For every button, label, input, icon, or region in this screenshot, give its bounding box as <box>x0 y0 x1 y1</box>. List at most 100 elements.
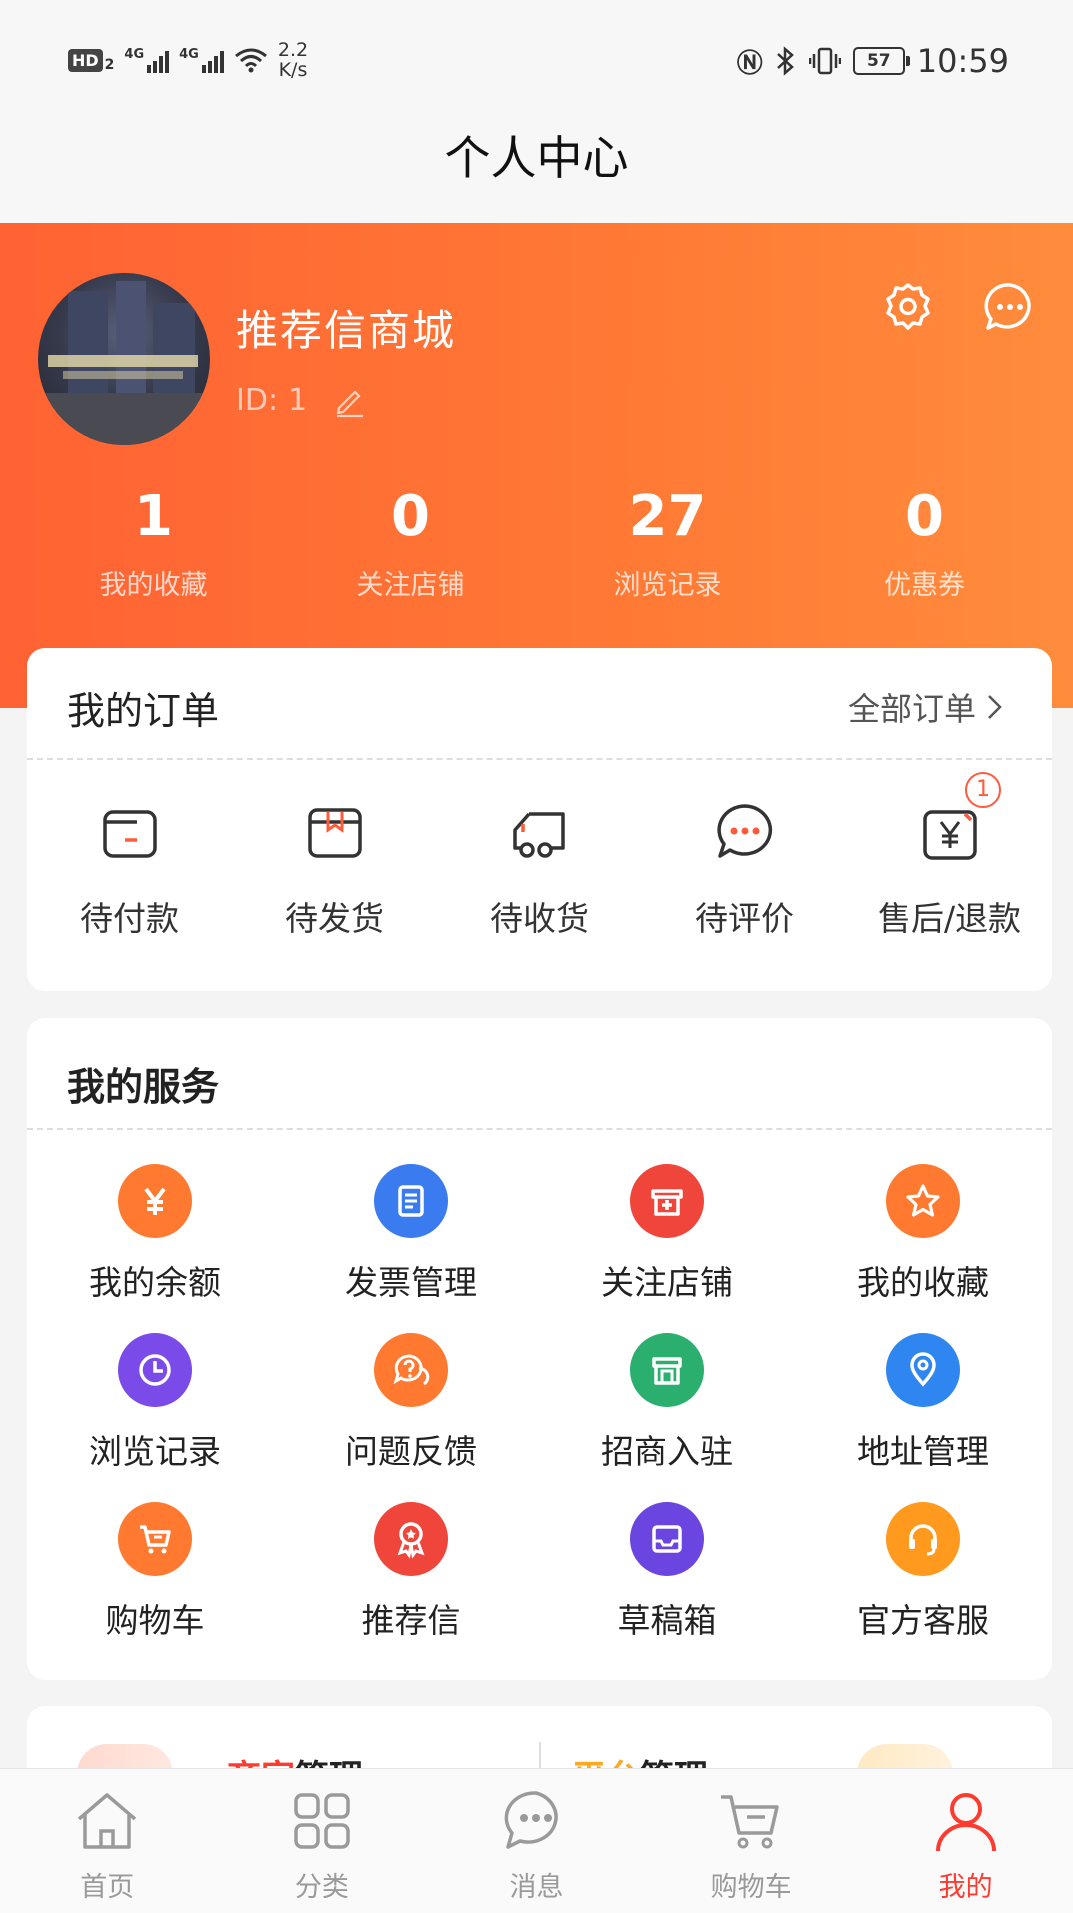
service-followed-stores[interactable]: 关注店铺 <box>539 1164 795 1333</box>
stat-coupons[interactable]: 0 优惠券 <box>796 485 1053 602</box>
nav-home[interactable]: 首页 <box>0 1769 215 1913</box>
services-grid: 我的余额 发票管理 关注店铺 我的收藏 浏览记录 问题反馈 招商入驻 地址管理 … <box>27 1130 1052 1671</box>
wifi-icon <box>234 48 267 73</box>
status-bar: HD 2 4G 4G 2.2 K/s Ⓝ 57 10:59 <box>0 0 1073 120</box>
service-customer-support[interactable]: 官方客服 <box>795 1502 1051 1671</box>
nav-profile[interactable]: 我的 <box>858 1769 1073 1913</box>
stat-label: 优惠券 <box>884 570 965 601</box>
order-pending-payment[interactable]: 待付款 <box>27 800 232 940</box>
username: 推荐信商城 <box>236 306 457 355</box>
bottom-nav: 首页 分类 消息 购物车 我的 <box>0 1768 1073 1913</box>
stat-favorites[interactable]: 1 我的收藏 <box>25 485 282 602</box>
grid-icon <box>294 1793 350 1849</box>
refund-icon <box>922 810 977 860</box>
user-id-value: 1 <box>288 383 308 418</box>
inbox-icon <box>630 1502 704 1576</box>
service-favorites[interactable]: 我的收藏 <box>795 1164 1051 1333</box>
battery-icon: 57 <box>852 47 910 75</box>
all-orders-link[interactable]: 全部订单 <box>848 684 1004 730</box>
service-address[interactable]: 地址管理 <box>795 1333 1051 1502</box>
headset-icon <box>886 1502 960 1576</box>
edit-icon[interactable] <box>333 384 367 418</box>
service-label: 草稿箱 <box>617 1601 717 1640</box>
stat-followed-stores[interactable]: 0 关注店铺 <box>282 485 539 602</box>
order-after-sales[interactable]: 1 售后/退款 <box>847 772 1052 940</box>
speed-unit: K/s <box>278 59 308 81</box>
order-label: 售后/退款 <box>877 899 1022 938</box>
speed-value: 2.2 <box>277 39 309 61</box>
stat-label: 浏览记录 <box>613 570 722 601</box>
stats-row: 1 我的收藏 0 关注店铺 27 浏览记录 0 优惠券 <box>0 485 1073 602</box>
status-right: Ⓝ 57 10:59 <box>737 42 1009 80</box>
stat-label: 我的收藏 <box>99 570 208 601</box>
package-icon <box>307 808 362 858</box>
service-label: 我的收藏 <box>857 1263 989 1302</box>
service-merchant-join[interactable]: 招商入驻 <box>539 1333 795 1502</box>
order-pending-receipt[interactable]: 待收货 <box>437 800 642 940</box>
comment-icon <box>716 804 772 858</box>
network-type: 4G <box>124 47 145 62</box>
service-recommendation[interactable]: 推荐信 <box>283 1502 539 1671</box>
stat-value: 0 <box>905 484 944 549</box>
order-pending-review[interactable]: 待评价 <box>642 800 847 940</box>
settings-icon[interactable] <box>880 279 936 335</box>
store-plus-icon <box>630 1164 704 1238</box>
network-speed: 2.2 K/s <box>278 40 308 80</box>
service-history[interactable]: 浏览记录 <box>27 1333 283 1502</box>
status-left: HD 2 4G 4G 2.2 K/s <box>68 40 308 80</box>
service-label: 购物车 <box>105 1601 205 1640</box>
services-title: 我的服务 <box>67 1065 220 1109</box>
service-label: 关注店铺 <box>601 1263 733 1302</box>
service-invoice[interactable]: 发票管理 <box>283 1164 539 1333</box>
battery-level: 57 <box>866 51 891 71</box>
nav-label: 我的 <box>938 1872 993 1903</box>
user-icon <box>935 1793 996 1852</box>
nav-category[interactable]: 分类 <box>215 1769 430 1913</box>
award-icon <box>374 1502 448 1576</box>
avatar[interactable] <box>38 273 210 445</box>
service-balance[interactable]: 我的余额 <box>27 1164 283 1333</box>
orders-card: 我的订单 全部订单 待付款 待发货 待收货 待评价 1 售后/退款 <box>27 648 1052 991</box>
wallet-icon <box>102 810 157 858</box>
star-icon <box>886 1164 960 1238</box>
stat-value: 27 <box>628 484 707 549</box>
stat-history[interactable]: 27 浏览记录 <box>539 485 796 602</box>
nav-label: 首页 <box>80 1872 135 1903</box>
service-label: 发票管理 <box>345 1263 477 1302</box>
order-label: 待付款 <box>80 899 179 938</box>
cart-icon <box>721 1795 779 1849</box>
truck-icon <box>512 812 565 858</box>
all-orders-label: 全部订单 <box>847 690 976 728</box>
service-cart[interactable]: 购物车 <box>27 1502 283 1671</box>
question-icon <box>374 1333 448 1407</box>
stat-label: 关注店铺 <box>356 570 465 601</box>
nav-label: 分类 <box>294 1872 349 1903</box>
service-feedback[interactable]: 问题反馈 <box>283 1333 539 1502</box>
order-label: 待发货 <box>285 899 384 938</box>
vibrate-icon <box>808 47 841 75</box>
service-label: 地址管理 <box>857 1432 989 1471</box>
services-card: 我的服务 我的余额 发票管理 关注店铺 我的收藏 浏览记录 问题反馈 招商入驻 … <box>27 1018 1052 1680</box>
page-title: 个人中心 <box>0 120 1073 223</box>
chevron-right-icon <box>988 695 1002 719</box>
order-pending-shipment[interactable]: 待发货 <box>232 800 437 940</box>
location-icon <box>886 1333 960 1407</box>
invoice-icon <box>374 1164 448 1238</box>
nav-label: 购物车 <box>710 1872 792 1903</box>
user-id: ID: 1 <box>236 383 367 418</box>
nav-cart[interactable]: 购物车 <box>644 1769 859 1913</box>
user-id-label: ID: <box>236 383 279 418</box>
service-drafts[interactable]: 草稿箱 <box>539 1502 795 1671</box>
order-label: 待收货 <box>490 899 589 938</box>
stat-value: 1 <box>134 484 173 549</box>
message-icon[interactable] <box>982 279 1038 335</box>
service-label: 我的余额 <box>89 1263 221 1302</box>
services-header: 我的服务 <box>27 1018 1052 1130</box>
service-label: 官方客服 <box>857 1601 989 1640</box>
signal-icon: 4G <box>179 47 224 73</box>
nav-messages[interactable]: 消息 <box>429 1769 644 1913</box>
orders-header: 我的订单 全部订单 <box>27 648 1052 760</box>
orders-title: 我的订单 <box>67 689 220 733</box>
service-label: 招商入驻 <box>601 1432 733 1471</box>
home-icon <box>78 1793 137 1849</box>
